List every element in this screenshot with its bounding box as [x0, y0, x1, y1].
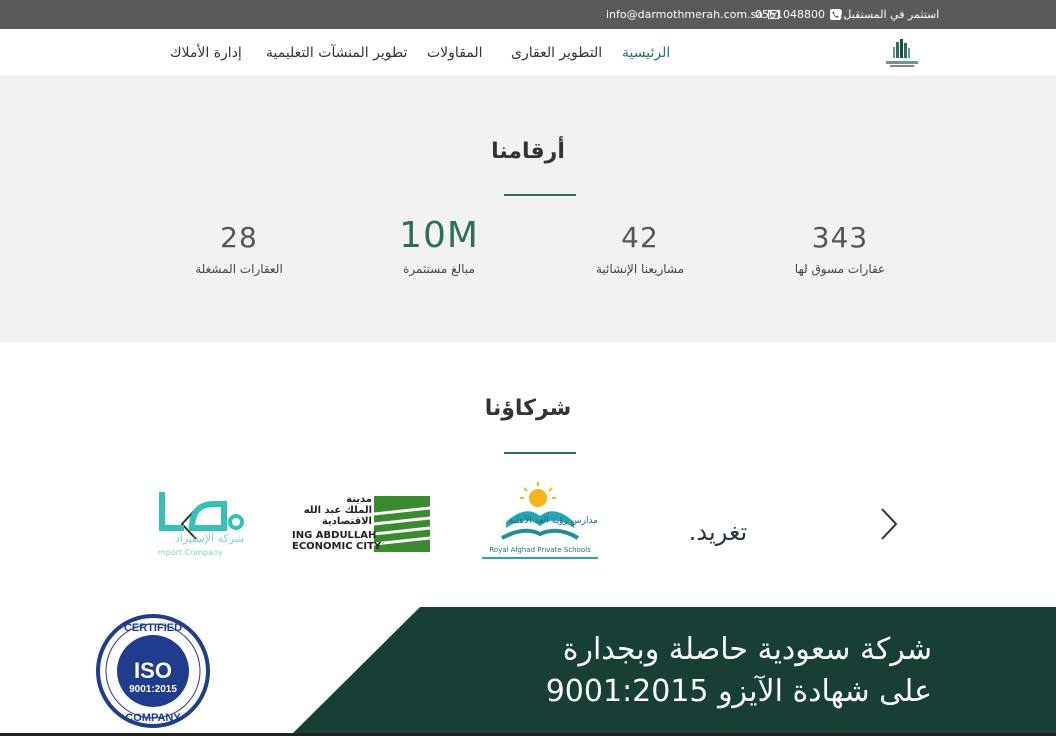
partner-name-ar: الاقتصادية	[321, 516, 372, 527]
partner-logo-royal-alghad: مدارس رؤية الغد الأهلية Royal Alghad Pri…	[478, 482, 602, 562]
partner-name-ar: الملك عبد الله	[303, 505, 372, 516]
tagline: استثمر في المستقبل!	[839, 8, 939, 21]
email-contact[interactable]: info@darmothmerah.com.sa	[606, 8, 780, 21]
badge-number-text: 9001:2015	[129, 684, 177, 695]
stats-title: أرقامنا	[491, 139, 565, 164]
stat-operated-properties: 28 العقارات المشغلة	[139, 221, 339, 276]
stat-value: 343	[811, 221, 869, 254]
partners-title: شركاؤنا	[484, 396, 572, 421]
iso-banner: ISO 9001:2015 CERTIFIED COMPANY شركة سعو…	[0, 607, 1056, 736]
main-navbar: الرئيسية التطوير العقارى المقاولات تطوير…	[0, 29, 1056, 77]
stat-invested-amounts: 10M مبالغ مستثمرة	[339, 215, 539, 276]
banner-heading: شركة سعودية حاصلة وبجدارة على شهادة الآي…	[546, 629, 932, 713]
stat-value: 10M	[399, 215, 479, 256]
partner-name-en: ECONOMIC CITY	[292, 541, 382, 552]
partner-name: تغريد.	[688, 518, 748, 546]
partner-logo-kaec: مدينة الملك عبد الله الاقتصادية ING ABDU…	[292, 494, 432, 556]
partner-name-en: ING ABDULLAH	[292, 530, 377, 541]
top-bar: info@darmothmerah.com.sa 0561048800 استث…	[0, 0, 1056, 29]
stat-construction-projects: 42 مشاريعنا الإنشائية	[540, 221, 740, 276]
phone-text[interactable]: 0561048800	[755, 8, 825, 21]
stats-section: أرقامنا 343 عقارات مسوق لها 42 مشاريعنا …	[0, 77, 1056, 342]
stat-marketed-properties: 343 عقارات مسوق لها	[740, 221, 940, 276]
stat-label: مشاريعنا الإنشائية	[595, 262, 685, 276]
nav-contracting[interactable]: المقاولات	[427, 45, 483, 61]
carousel-next-arrow-icon[interactable]	[878, 506, 900, 542]
tagline-text: استثمر في المستقبل!	[839, 8, 940, 21]
stat-label: عقارات مسوق لها	[794, 262, 886, 276]
partners-title-underline	[504, 452, 576, 454]
partner-name: مدارس رؤية الغد الأهلية	[508, 516, 598, 526]
nav-property-management[interactable]: إدارة الأملاك	[170, 45, 242, 61]
partners-section: شركاؤنا تغريد. مدارس رؤية الغد الأهلية R…	[0, 342, 1056, 607]
stat-label: مبالغ مستثمرة	[403, 262, 475, 276]
partner-subtitle: mport Company	[158, 548, 223, 557]
nav-real-estate-development[interactable]: التطوير العقارى	[511, 45, 602, 61]
partner-name-ar: مدينة	[346, 494, 372, 505]
nav-home[interactable]: الرئيسية	[622, 45, 670, 61]
stats-title-underline	[504, 194, 576, 196]
stat-value: 28	[220, 221, 258, 254]
badge-bottom-text: COMPANY	[125, 712, 181, 724]
phone-contact[interactable]: 0561048800	[755, 8, 841, 21]
stat-label: العقارات المشغلة	[195, 262, 283, 276]
badge-iso-text: ISO	[134, 658, 172, 683]
company-logo[interactable]	[884, 39, 920, 69]
email-text[interactable]: info@darmothmerah.com.sa	[606, 8, 763, 21]
banner-line-1: شركة سعودية حاصلة وبجدارة	[562, 632, 932, 667]
nav-educational-facilities[interactable]: تطوير المنشآت التعليمية	[266, 45, 407, 61]
iso-certified-badge-icon: ISO 9001:2015 CERTIFIED COMPANY	[96, 614, 210, 728]
banner-line-2: على شهادة الآيزو 9001:2015	[545, 674, 932, 709]
partner-subtitle: Royal Alghad Private Schools	[489, 546, 591, 554]
badge-top-text: CERTIFIED	[124, 622, 182, 634]
partner-name: شركة الإستيراد	[174, 532, 244, 545]
partner-logo-taghreed: تغريد.	[668, 518, 768, 554]
kaec-stripes-icon	[374, 496, 430, 552]
stat-value: 42	[621, 221, 659, 254]
import-company-mark-icon	[159, 492, 244, 531]
partner-logo-import-company: شركة الإستيراد mport Company	[158, 490, 248, 560]
